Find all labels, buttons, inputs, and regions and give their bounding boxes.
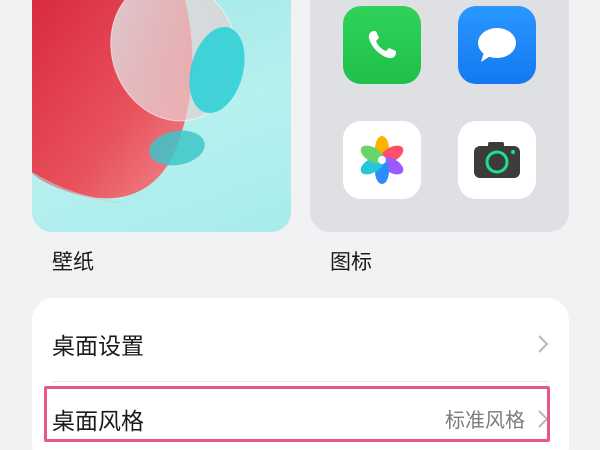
desktop-settings-label: 桌面设置 [52,333,144,360]
phone-icon [343,6,421,84]
photos-icon [343,121,421,199]
desktop-settings-row[interactable]: 桌面设置 [32,306,569,381]
wallpaper-label: 壁纸 [52,250,94,274]
camera-icon [458,121,536,199]
highlight-annotation [44,386,550,442]
theme-settings-page: 壁纸 图标 桌面设置 桌面风格 标准风格 [0,0,600,450]
icons-label: 图标 [330,250,372,274]
icons-preview-card[interactable] [310,0,569,232]
wallpaper-artwork [32,0,245,204]
chevron-right-icon [538,334,549,353]
wallpaper-preview-card[interactable] [32,0,291,232]
messages-icon [458,6,536,84]
